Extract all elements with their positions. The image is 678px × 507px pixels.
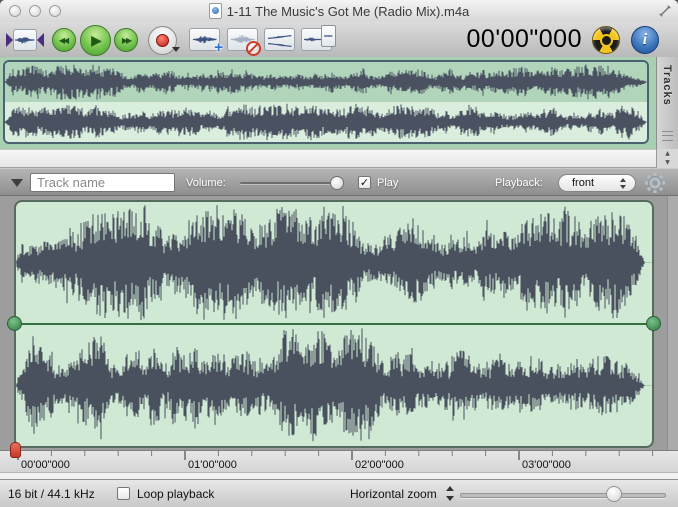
horizontal-scrollbar[interactable] xyxy=(0,149,656,168)
track-name-input[interactable] xyxy=(30,173,175,192)
ruler-ticks xyxy=(0,451,678,461)
time-display: 00'00"000 xyxy=(430,22,582,57)
disclosure-triangle-icon[interactable] xyxy=(11,179,23,187)
channel-left-waveform[interactable] xyxy=(16,202,652,323)
loop-playback-checkbox[interactable] xyxy=(117,487,130,500)
playback-dropdown[interactable]: front xyxy=(558,174,636,192)
gear-icon xyxy=(643,171,667,195)
document-icon xyxy=(209,3,222,19)
track-settings-button[interactable] xyxy=(643,171,667,195)
window-title: 1-11 The Music's Got Me (Radio Mix).m4a xyxy=(227,4,470,19)
rewind-button[interactable]: ◀◀ xyxy=(52,28,76,52)
ruler-label: 02'00"000 xyxy=(355,459,404,471)
selection-left-triangle-icon xyxy=(6,33,13,47)
track-waveform[interactable] xyxy=(14,200,654,448)
zoom-stepper[interactable] xyxy=(446,486,455,501)
horizontal-zoom-knob[interactable] xyxy=(606,486,622,502)
rewind-icon: ◀◀ xyxy=(59,36,67,45)
new-window-badge-icon xyxy=(321,25,336,47)
titlebar: 1-11 The Music's Got Me (Radio Mix).m4a xyxy=(0,0,678,23)
selection-tool-button[interactable] xyxy=(6,29,44,51)
scroll-up-icon[interactable]: ▲ xyxy=(657,149,678,158)
time-ruler[interactable]: 00'00"000 01'00"000 02'00"000 03'00"000 xyxy=(0,450,678,472)
title-group: 1-11 The Music's Got Me (Radio Mix).m4a xyxy=(0,0,678,22)
right-scrollbar-track[interactable] xyxy=(667,196,678,450)
play-icon: ▶ xyxy=(91,33,102,49)
channel-right-waveform[interactable] xyxy=(16,325,652,446)
play-button[interactable]: ▶ xyxy=(80,25,111,56)
play-checkbox-label: Play xyxy=(377,177,398,189)
expand-icon[interactable] xyxy=(658,4,672,18)
record-options-caret-icon[interactable] xyxy=(172,47,180,52)
radiation-icon xyxy=(600,34,613,47)
volume-envelope-line[interactable] xyxy=(14,323,654,325)
ruler-label: 03'00"000 xyxy=(522,459,571,471)
fast-forward-icon: ▶▶ xyxy=(122,36,130,45)
overview-channel-left xyxy=(5,62,647,102)
insert-waveform-button[interactable]: + xyxy=(189,28,220,51)
toolbar: ◀◀ ▶ ▶▶ + 00'00"000 i xyxy=(0,22,678,58)
horizontal-zoom-label: Horizontal zoom xyxy=(350,487,437,501)
scrollbar-row: ▲ ▼ xyxy=(0,149,678,168)
loop-playback-label: Loop playback xyxy=(137,487,214,501)
info-icon: i xyxy=(643,31,647,49)
horizontal-zoom-slider[interactable] xyxy=(460,493,666,498)
volume-slider-knob[interactable] xyxy=(330,176,344,190)
trim-waveform-button[interactable] xyxy=(264,28,295,51)
audio-format-text: 16 bit / 44.1 kHz xyxy=(8,487,95,501)
vertical-scroll-arrows[interactable]: ▲ ▼ xyxy=(656,149,678,168)
app-window: 1-11 The Music's Got Me (Radio Mix).m4a … xyxy=(0,0,678,507)
waveform-to-new-window-button[interactable] xyxy=(301,28,332,51)
ruler-label: 00'00"000 xyxy=(21,459,70,471)
plus-badge-icon: + xyxy=(214,39,223,56)
playhead-marker[interactable] xyxy=(10,442,21,458)
info-button[interactable]: i xyxy=(631,26,659,54)
track-editor-area xyxy=(0,196,678,450)
delete-waveform-button-disabled xyxy=(227,28,258,51)
envelope-handle-left[interactable] xyxy=(7,316,22,331)
waveform-icon xyxy=(13,29,37,51)
divider xyxy=(0,472,678,479)
tab-grip-icon[interactable] xyxy=(662,131,673,141)
overview-waveform[interactable] xyxy=(3,60,649,144)
envelope-handle-right[interactable] xyxy=(646,316,661,331)
tracks-overview-panel: Tracks xyxy=(0,57,678,149)
playback-label: Playback: xyxy=(495,177,543,189)
tracks-tab-label: Tracks xyxy=(661,65,673,106)
status-bar: 16 bit / 44.1 kHz Loop playback Horizont… xyxy=(0,479,678,507)
overview-channel-right xyxy=(5,102,647,142)
volume-label: Volume: xyxy=(186,177,226,189)
track-controls-bar: Volume: ✓ Play Playback: front xyxy=(0,168,678,196)
fast-forward-button[interactable]: ▶▶ xyxy=(114,28,138,52)
selection-right-triangle-icon xyxy=(37,33,44,47)
volume-slider[interactable] xyxy=(240,182,344,184)
ruler-label: 01'00"000 xyxy=(188,459,237,471)
prohibition-badge-icon xyxy=(246,41,261,56)
play-checkbox[interactable]: ✓ xyxy=(358,176,371,189)
record-icon xyxy=(156,34,169,47)
scroll-down-icon[interactable]: ▼ xyxy=(657,158,678,167)
tracks-side-tab[interactable]: Tracks xyxy=(656,57,678,149)
dropdown-stepper-icon xyxy=(620,178,627,189)
burn-button[interactable] xyxy=(592,26,620,54)
playback-dropdown-value: front xyxy=(572,177,594,189)
